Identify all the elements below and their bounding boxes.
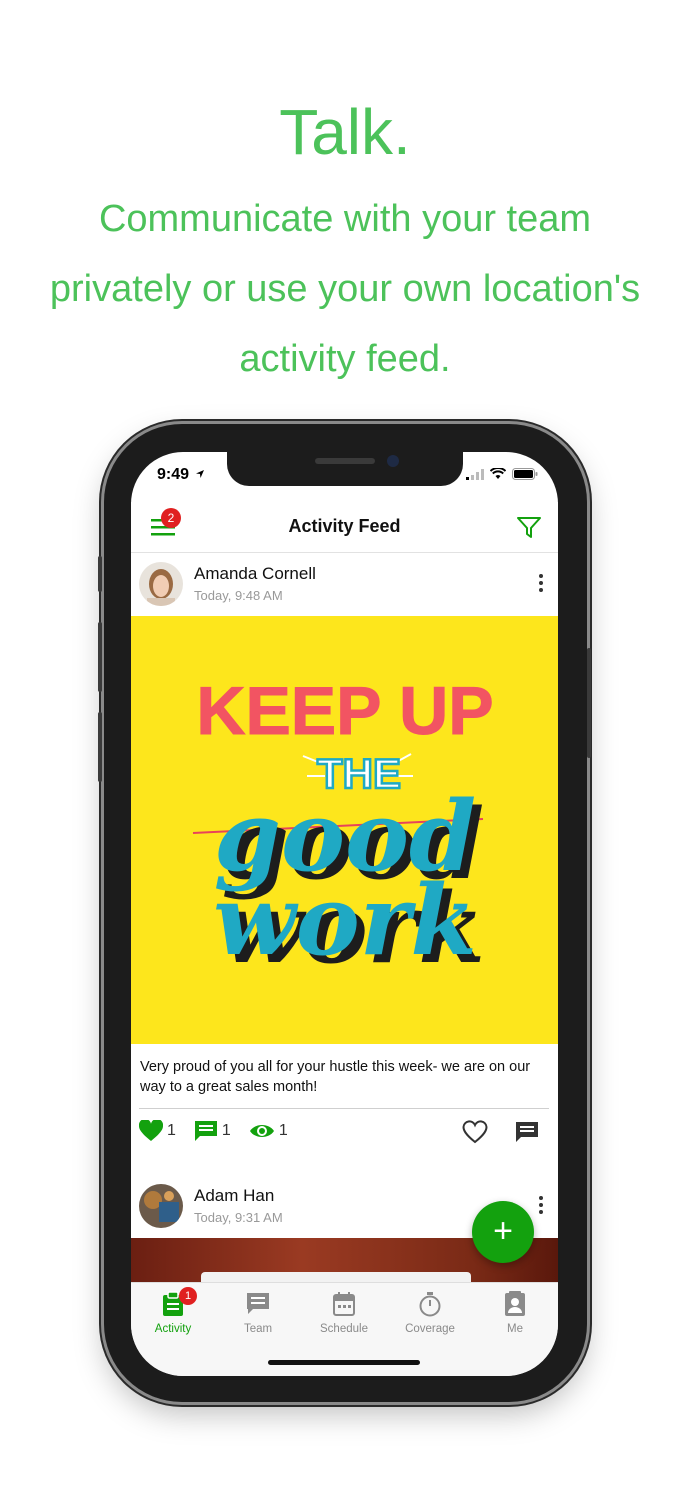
battery-icon (512, 468, 538, 480)
post-divider (139, 1108, 549, 1109)
post-author[interactable]: Amanda Cornell (194, 564, 316, 584)
avatar[interactable] (139, 562, 183, 606)
views-count: 1 (278, 1122, 288, 1139)
app-header: 2 Activity Feed (131, 502, 558, 553)
headline-title: Talk. (279, 96, 411, 168)
status-time: 9:49 (157, 466, 205, 484)
signal-icon (466, 468, 484, 480)
tab-label: Activity (154, 1323, 192, 1335)
tab-coverage[interactable]: Coverage (390, 1291, 470, 1335)
post-header: Amanda Cornell Today, 9:48 AM (131, 552, 558, 616)
post-more-button[interactable] (536, 574, 546, 596)
contact-card-icon (505, 1291, 525, 1316)
calendar-icon (333, 1292, 355, 1316)
tab-schedule[interactable]: Schedule (304, 1291, 384, 1335)
post-more-button[interactable] (536, 1196, 546, 1218)
stopwatch-icon (419, 1292, 441, 1317)
tab-me[interactable]: Me (475, 1291, 555, 1335)
comments-count: 1 (221, 1122, 231, 1139)
phone-screen: 9:49 2 Activity Feed Amanda Cornell Toda… (131, 452, 558, 1376)
like-button[interactable] (462, 1120, 488, 1144)
tab-label: Coverage (405, 1323, 455, 1335)
power-button (587, 648, 591, 758)
avatar[interactable] (139, 1184, 183, 1228)
page-title: Activity Feed (288, 516, 401, 536)
chat-bubble-icon (247, 1293, 269, 1314)
post-author[interactable]: Adam Han (194, 1186, 274, 1206)
tab-label: Me (507, 1323, 523, 1335)
post-stats: 1 1 1 (139, 1120, 302, 1142)
heart-filled-icon (139, 1120, 163, 1141)
home-indicator[interactable] (268, 1360, 420, 1365)
likes-count: 1 (167, 1122, 176, 1139)
new-post-button[interactable]: + (472, 1201, 534, 1263)
heart-outline-icon (462, 1120, 488, 1144)
tab-label: Team (243, 1323, 273, 1335)
filter-icon (517, 517, 541, 538)
status-icons (466, 468, 538, 480)
tab-label: Schedule (320, 1323, 368, 1335)
location-arrow-icon (196, 470, 205, 478)
comment-icon (516, 1122, 538, 1142)
wifi-icon (490, 468, 506, 479)
tab-activity[interactable]: 1 Activity (133, 1287, 213, 1335)
notch (227, 452, 463, 486)
headline-subtitle: Communicate with your team privately or … (0, 184, 690, 394)
mute-switch (98, 556, 102, 592)
volume-up-button (98, 622, 102, 692)
subtitle-line-2: privately or use your own location's (49, 268, 641, 310)
post-text: Very proud of you all for your hustle th… (140, 1059, 531, 1095)
image-text-line1: KEEP UP (196, 673, 493, 749)
keep-up-good-work-illustration: KEEP UP THE good good work work (192, 673, 494, 985)
speaker (315, 458, 375, 464)
filter-button[interactable] (516, 514, 542, 540)
subtitle-line-3: activity feed. (239, 338, 451, 380)
comment-button[interactable] (514, 1120, 540, 1144)
eye-icon (249, 1125, 274, 1137)
comment-filled-icon (194, 1121, 217, 1141)
subtitle-line-1: Communicate with your team (98, 198, 592, 240)
camera (387, 455, 399, 467)
image-text-line4: work (213, 864, 477, 977)
volume-down-button (98, 712, 102, 782)
tab-badge: 1 (179, 1287, 197, 1305)
post-image[interactable]: KEEP UP THE good good work work (131, 616, 558, 1044)
post-timestamp: Today, 9:48 AM (194, 588, 283, 603)
tab-team[interactable]: Team (218, 1291, 298, 1335)
post-timestamp: Today, 9:31 AM (194, 1210, 283, 1225)
